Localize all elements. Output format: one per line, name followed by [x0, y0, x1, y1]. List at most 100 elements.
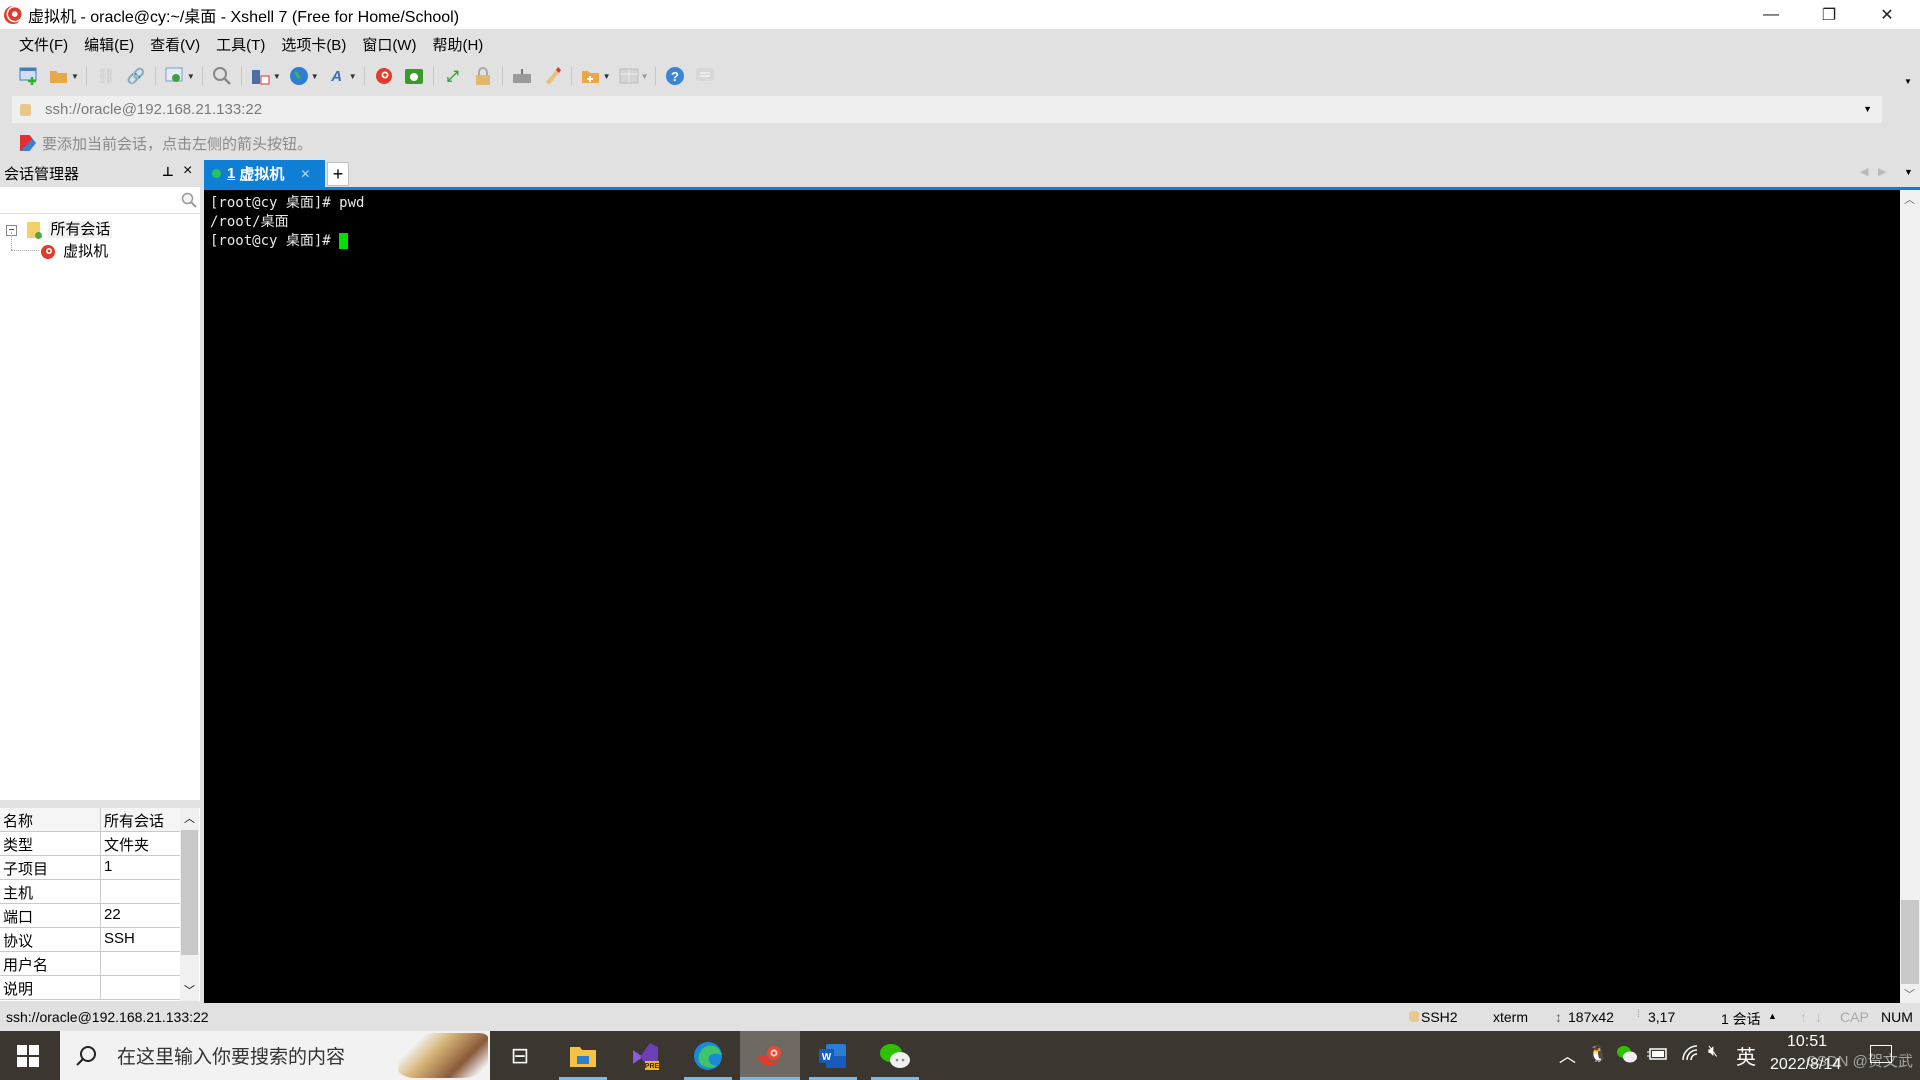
qq-icon[interactable]: 🐧 [1588, 1044, 1608, 1064]
taskbar-edge[interactable] [678, 1031, 738, 1080]
toolbar-separator [363, 66, 365, 86]
layout-dropdown-icon[interactable]: ▼ [641, 72, 649, 81]
search-icon[interactable] [181, 192, 197, 208]
globe-dropdown-icon[interactable]: ▼ [311, 72, 319, 81]
restore-button[interactable]: ❐ [1800, 0, 1858, 29]
scroll-down-icon[interactable]: ﹀ [184, 982, 195, 998]
tree-root[interactable]: − 所有会话 [6, 218, 113, 240]
tab-list-dropdown-icon[interactable]: ▼ [1904, 167, 1913, 177]
transfer-icon[interactable] [250, 65, 272, 87]
address-bar[interactable]: ssh://oracle@192.168.21.133:22 ▼ [12, 96, 1882, 123]
help-icon[interactable]: ? [664, 65, 686, 87]
new-session-icon[interactable] [18, 65, 40, 87]
volume-muted-icon[interactable]: 🔇︎ [1708, 1043, 1718, 1061]
wifi-icon[interactable] [1681, 1044, 1699, 1067]
disconnect-icon[interactable]: ⛓ [95, 65, 117, 87]
tray-wechat-icon[interactable] [1616, 1044, 1638, 1069]
find-icon[interactable] [211, 65, 233, 87]
tab-scroll-right-icon[interactable]: ▶ [1878, 165, 1886, 178]
search-highlight-image[interactable] [398, 1033, 488, 1078]
menu-tabs[interactable]: 选项卡(B) [281, 34, 346, 55]
status-sessions[interactable]: 1 会话 [1721, 1009, 1761, 1029]
menu-help[interactable]: 帮助(H) [432, 34, 483, 55]
open-folder-icon[interactable] [48, 65, 70, 87]
send-down-icon[interactable]: ↓ [1815, 1009, 1822, 1025]
tree-item-vm[interactable]: 虚拟机 [40, 240, 108, 261]
fullscreen-icon[interactable]: ⤢ [442, 65, 464, 87]
scroll-down-icon[interactable]: ﹀ [1904, 986, 1915, 1002]
session-properties-icon[interactable] [164, 65, 186, 87]
terminal-line: [root@cy 桌面]# [210, 232, 1894, 251]
properties-dropdown-icon[interactable]: ▼ [187, 72, 195, 81]
address-dropdown-icon[interactable]: ▼ [1863, 104, 1872, 114]
start-button[interactable] [17, 1045, 39, 1071]
terminal-prompt: [root@cy 桌面]# [210, 233, 340, 249]
svg-text:PRE: PRE [645, 1063, 660, 1070]
tab-vm[interactable]: 1 虚拟机 ✕ [204, 160, 325, 187]
session-search[interactable] [0, 187, 200, 214]
new-tab-button[interactable]: + [327, 162, 349, 186]
session-manager-close-icon[interactable]: × [183, 162, 192, 180]
send-up-icon[interactable]: ↑ [1800, 1009, 1807, 1025]
notification-icon[interactable] [1870, 1045, 1892, 1063]
properties-scrollbar[interactable]: ︿ ﹀ [180, 808, 199, 1001]
transfer-dropdown-icon[interactable]: ▼ [273, 72, 281, 81]
sessions-up-icon[interactable]: ▲ [1768, 1011, 1777, 1021]
menu-file[interactable]: 文件(F) [19, 34, 68, 55]
pin-icon[interactable]: ⊥ [162, 164, 174, 180]
scrollbar-thumb[interactable] [1901, 900, 1919, 984]
scrollbar-thumb[interactable] [181, 830, 198, 955]
minimize-button[interactable]: — [1742, 0, 1800, 29]
tray-expand-icon[interactable]: ︿ [1559, 1042, 1576, 1067]
toolbar-separator [655, 66, 657, 86]
new-folder-icon[interactable] [580, 65, 602, 87]
status-connection: ssh://oracle@192.168.21.133:22 [6, 1009, 209, 1025]
tree-item-label[interactable]: 虚拟机 [63, 243, 108, 260]
toolbar-separator [240, 66, 242, 86]
terminal[interactable]: [root@cy 桌面]# pwd/root/桌面 [root@cy 桌面]# [204, 190, 1900, 1003]
address-value[interactable]: ssh://oracle@192.168.21.133:22 [45, 101, 262, 118]
keyboard-icon[interactable] [511, 65, 533, 87]
session-search-input[interactable] [2, 187, 177, 211]
ime-indicator[interactable]: 英 [1736, 1041, 1756, 1070]
terminal-scrollbar[interactable]: ︿ ﹀ [1900, 190, 1920, 1003]
xshell-session-icon [41, 245, 55, 260]
lock-icon[interactable] [472, 65, 494, 87]
tree-root-label[interactable]: 所有会话 [48, 221, 113, 238]
clock-time[interactable]: 10:51 [1787, 1033, 1827, 1051]
xftp-icon[interactable] [403, 65, 425, 87]
taskbar-word[interactable]: W [803, 1031, 863, 1080]
tab-scroll-left-icon[interactable]: ◀ [1860, 165, 1868, 178]
edge-icon [694, 1041, 722, 1070]
property-row: 用户名 [0, 952, 180, 976]
taskbar-wechat[interactable] [865, 1031, 925, 1080]
highlight-icon[interactable] [541, 65, 563, 87]
battery-icon[interactable] [1647, 1046, 1667, 1066]
taskbar-xshell[interactable] [740, 1031, 800, 1080]
open-dropdown-icon[interactable]: ▼ [71, 72, 79, 81]
layout-icon[interactable] [618, 65, 640, 87]
toolbar-overflow-icon[interactable]: ▼ [1904, 77, 1912, 86]
menu-tools[interactable]: 工具(T) [216, 34, 265, 55]
taskbar-search[interactable]: 在这里输入你要搜索的内容 [60, 1031, 490, 1080]
reconnect-icon[interactable]: 🔗 [125, 65, 147, 87]
taskbar-visual-studio[interactable]: PRE [615, 1031, 675, 1080]
close-button[interactable]: ✕ [1858, 0, 1916, 29]
taskbar-search-placeholder[interactable]: 在这里输入你要搜索的内容 [117, 1042, 345, 1069]
menu-view[interactable]: 查看(V) [150, 34, 200, 55]
chat-icon[interactable] [694, 65, 716, 87]
add-session-arrow-icon[interactable] [20, 135, 36, 151]
property-value: 所有会话 [104, 813, 165, 830]
xshell-icon[interactable] [373, 65, 395, 87]
scroll-up-icon[interactable]: ︿ [1904, 191, 1915, 207]
menu-edit[interactable]: 编辑(E) [84, 34, 134, 55]
font-icon[interactable]: A [326, 65, 348, 87]
folder-dropdown-icon[interactable]: ▼ [603, 72, 611, 81]
taskbar-file-explorer[interactable] [553, 1031, 613, 1080]
font-dropdown-icon[interactable]: ▼ [349, 72, 357, 81]
menu-window[interactable]: 窗口(W) [362, 34, 416, 55]
scroll-up-icon[interactable]: ︿ [184, 810, 195, 826]
globe-icon[interactable] [288, 65, 310, 87]
tab-close-icon[interactable]: ✕ [300, 167, 310, 181]
taskbar-task-view[interactable]: ⊟ [490, 1031, 550, 1080]
